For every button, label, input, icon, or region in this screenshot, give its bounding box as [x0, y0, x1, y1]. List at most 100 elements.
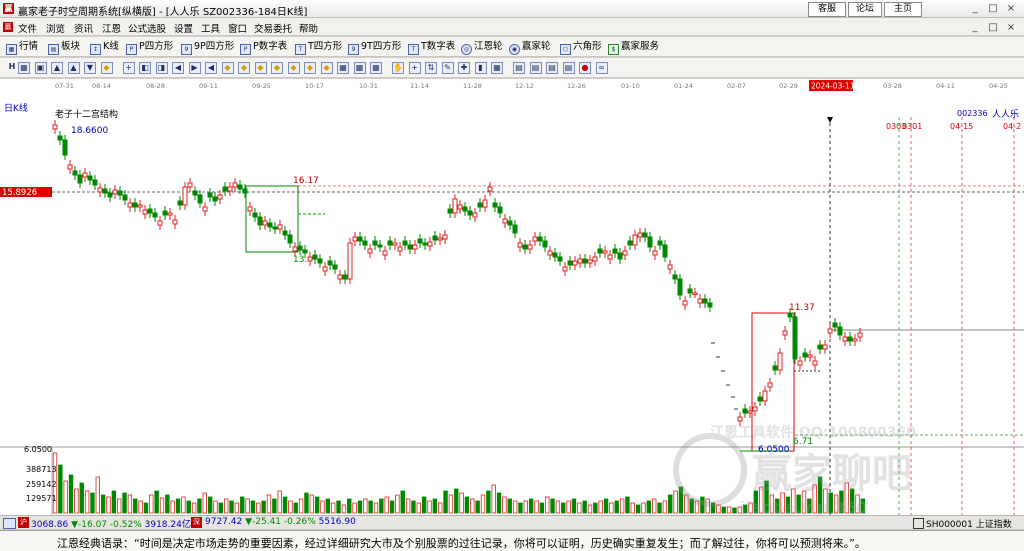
kline-button[interactable]: ↕ K线 — [90, 40, 119, 55]
homepage-link[interactable]: 主页 — [884, 2, 922, 17]
minimize-button[interactable]: _ — [968, 2, 982, 15]
drawing-tool-19-icon[interactable]: ◆ — [320, 62, 333, 74]
menu-file[interactable]: 文件 — [18, 21, 37, 35]
winner-wheel-button[interactable]: ◉ 赢家轮 — [509, 40, 551, 55]
kline-label: K线 — [103, 41, 119, 52]
volume-bar — [459, 492, 464, 514]
drawing-tool-32-icon[interactable]: ▤ — [546, 62, 558, 74]
toolbar-h-icon[interactable]: H — [6, 62, 18, 74]
menu-tools[interactable]: 工具 — [201, 21, 220, 35]
menu-window[interactable]: 窗口 — [228, 21, 247, 35]
sz-index-quote[interactable]: 9727.42 ▼-25.41 -0.26% 5516.90 — [205, 517, 356, 527]
gann-wheel-button[interactable]: ◎ 江恩轮 — [461, 40, 503, 55]
volume-bar — [202, 492, 207, 514]
candle-body — [492, 202, 498, 208]
hexagon-button[interactable]: ⬡ 六角形 — [560, 40, 602, 55]
drawing-tool-12-icon[interactable]: ◀ — [205, 62, 217, 74]
volume-bar — [175, 498, 181, 514]
drawing-tool-22-icon[interactable]: ▦ — [370, 62, 382, 74]
drawing-tool-1-icon[interactable]: ▦ — [18, 62, 30, 74]
timescale-tick: 04-11 — [936, 82, 955, 90]
candle-body — [827, 328, 833, 334]
quotes-button[interactable]: ▦ 行情 — [6, 40, 38, 55]
volume-bar — [475, 500, 480, 514]
candle-body — [767, 382, 773, 388]
doc-restore-button[interactable]: □ — [986, 21, 1000, 34]
drawing-tool-15-icon[interactable]: ◆ — [254, 62, 267, 74]
drawing-tool-4-icon[interactable]: ▲ — [67, 62, 80, 74]
close-button[interactable]: × — [1004, 2, 1018, 15]
menu-help[interactable]: 帮助 — [299, 21, 318, 35]
drawing-tool-16-icon[interactable]: ◆ — [271, 62, 283, 74]
drawing-tool-9-icon[interactable]: ◨ — [155, 62, 168, 74]
candle-body — [242, 188, 248, 194]
drawing-tool-11-icon[interactable]: ▶ — [188, 62, 201, 74]
menu-news[interactable]: 资讯 — [74, 21, 93, 35]
maximize-button[interactable]: □ — [986, 2, 1000, 15]
t-square-button[interactable]: T T四方形 — [295, 40, 342, 55]
drawing-tool-29-icon[interactable]: ▦ — [491, 62, 503, 74]
chart-svg[interactable]: 江恩工具软件 QQ:100800360 赢家聊吧 jiaoba.vip 360 … — [0, 95, 1024, 515]
candle-body — [552, 252, 558, 258]
doc-minimize-button[interactable]: _ — [968, 21, 982, 34]
drawing-tool-24-icon[interactable]: + — [408, 62, 421, 74]
drawing-tool-27-icon[interactable]: ✚ — [458, 62, 470, 74]
drawing-tool-21-icon[interactable]: ▦ — [353, 62, 366, 74]
drawing-tool-18-icon[interactable]: ◆ — [304, 62, 316, 74]
drawing-tool-6-icon[interactable]: ◆ — [100, 62, 113, 74]
forum-link[interactable]: 论坛 — [848, 2, 882, 17]
menu-settings[interactable]: 设置 — [174, 21, 193, 35]
drawing-tool-23-icon[interactable]: ✋ — [392, 62, 404, 74]
candle-body — [197, 194, 203, 204]
volume-bar — [352, 502, 357, 514]
menu-gann[interactable]: 江恩 — [102, 21, 121, 35]
candle-body — [527, 244, 533, 250]
time-scale: 07-31 08-14 08-28 09-11 09-25 10-17 10-31 11-14… — [0, 79, 1024, 96]
menu-trade[interactable]: 交易委托 — [254, 21, 292, 35]
sector-button[interactable]: ▤ 板块 — [48, 40, 80, 55]
doc-close-button[interactable]: × — [1004, 21, 1018, 34]
drawing-tool-28-icon[interactable]: ▮ — [474, 62, 487, 74]
menu-formula-select[interactable]: 公式选股 — [128, 21, 166, 35]
service-link[interactable]: 客服 — [808, 2, 846, 17]
candle-body — [52, 124, 58, 130]
p-table-icon: P — [240, 44, 251, 55]
drawing-tool-8-icon[interactable]: ◧ — [139, 62, 151, 74]
winner-service-button[interactable]: $ 赢家服务 — [608, 40, 659, 55]
volume-bar — [84, 490, 90, 514]
p-square-button[interactable]: P P四方形 — [126, 40, 173, 55]
p-number-table-button[interactable]: P P数字表 — [240, 40, 287, 55]
candle-body — [802, 352, 808, 358]
drawing-tool-33-icon[interactable]: ▤ — [562, 62, 575, 74]
drawing-tool-5-icon[interactable]: ▼ — [84, 62, 96, 74]
candle-body — [382, 250, 388, 256]
drawing-tool-10-icon[interactable]: ◀ — [172, 62, 184, 74]
drawing-tool-2-icon[interactable]: ▣ — [34, 62, 47, 74]
t-number-table-button[interactable]: T T数字表 — [408, 40, 455, 55]
drawing-tool-17-icon[interactable]: ◆ — [287, 62, 300, 74]
drawing-tool-30-icon[interactable]: ▤ — [513, 62, 525, 74]
drawing-tool-3-icon[interactable]: ▲ — [51, 62, 63, 74]
9t-square-button[interactable]: 9 9T四方形 — [348, 40, 401, 55]
drawing-tool-34-icon[interactable]: ● — [579, 62, 591, 74]
drawing-tool-26-icon[interactable]: ✎ — [441, 62, 454, 74]
window-title: 赢家老子时空周期系统[纵横版] - [人人乐 SZ002336-184日K线] — [18, 7, 308, 18]
market-grid-icon[interactable] — [3, 518, 16, 529]
kline-chart[interactable]: 江恩工具软件 QQ:100800360 赢家聊吧 jiaoba.vip 360 … — [0, 95, 1024, 515]
status-bar: 沪 3068.86 ▼-16.07 -0.52% 3918.24亿 深 9727… — [0, 515, 1024, 530]
9p-square-button[interactable]: 9 9P四方形 — [181, 40, 234, 55]
drawing-tool-20-icon[interactable]: ▦ — [337, 62, 349, 74]
drawing-tool-7-icon[interactable]: + — [122, 62, 135, 74]
sh-index-pct: -0.52% — [109, 520, 142, 530]
sh-index-quote[interactable]: 3068.86 ▼-16.07 -0.52% 3918.24亿 — [31, 517, 191, 530]
drawing-tool-25-icon[interactable]: ⇅ — [425, 62, 437, 74]
menu-browse[interactable]: 浏览 — [46, 21, 65, 35]
drawing-tool-14-icon[interactable]: ◆ — [238, 62, 250, 74]
drawing-tool-13-icon[interactable]: ◆ — [221, 62, 234, 74]
candle-body — [222, 186, 228, 192]
candle-body — [612, 248, 618, 254]
volume-bar — [555, 500, 561, 514]
drawing-tool-35-icon[interactable]: ∞ — [595, 62, 608, 74]
drawing-tool-31-icon[interactable]: ▤ — [529, 62, 542, 74]
index-select-icon[interactable] — [913, 518, 924, 529]
